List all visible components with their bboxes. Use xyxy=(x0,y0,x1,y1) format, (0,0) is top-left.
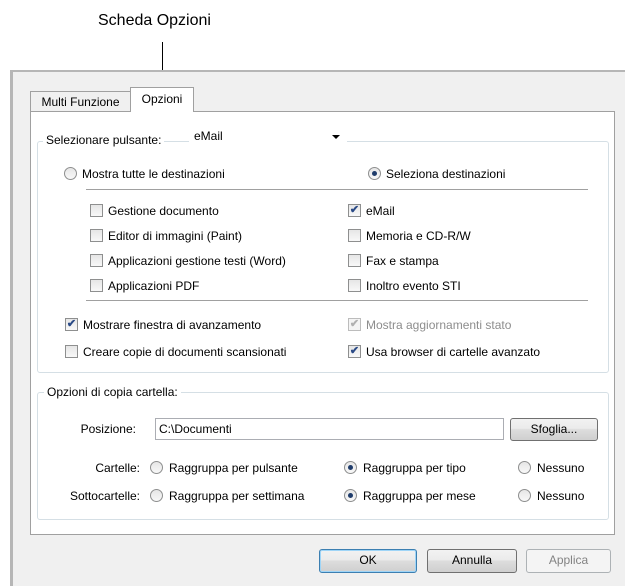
subfolders-group-by-week-label: Raggruppa per settimana xyxy=(169,489,305,503)
ok-button[interactable]: OK xyxy=(319,549,417,573)
options-separator xyxy=(86,300,588,301)
inoltro-sti-checkbox[interactable] xyxy=(348,279,361,292)
folders-group-by-type-radio[interactable] xyxy=(344,461,357,474)
memoria-cd-checkbox[interactable] xyxy=(348,229,361,242)
subfolders-none-label: Nessuno xyxy=(537,489,585,503)
email-label: eMail xyxy=(366,204,395,218)
status-updates-checkbox[interactable]: ✔ xyxy=(348,318,361,331)
inoltro-sti-label: Inoltro evento STI xyxy=(366,279,461,293)
cancel-button[interactable]: Annulla xyxy=(427,549,517,573)
advanced-browser-checkbox[interactable]: ✔ xyxy=(348,345,361,358)
editor-immagini-label: Editor di immagini (Paint) xyxy=(108,229,243,243)
select-destinations-radio[interactable] xyxy=(368,167,381,180)
tab-multi-funzione[interactable]: Multi Funzione xyxy=(30,91,131,111)
folder-copy-legend: Opzioni di copia cartella: xyxy=(44,385,181,399)
progress-window-label: Mostrare finestra di avanzamento xyxy=(83,318,262,332)
tab-opzioni[interactable]: Opzioni xyxy=(130,87,194,112)
subfolders-group-by-month-label: Raggruppa per mese xyxy=(363,489,476,503)
folders-group-by-button-label: Raggruppa per pulsante xyxy=(169,461,298,475)
folders-group-by-type-label: Raggruppa per tipo xyxy=(363,461,466,475)
destinations-separator xyxy=(86,189,588,190)
browse-button[interactable]: Sfoglia... xyxy=(510,418,598,441)
callout-label: Scheda Opzioni xyxy=(98,12,211,29)
applicazioni-testi-checkbox[interactable] xyxy=(90,254,103,267)
applicazioni-pdf-label: Applicazioni PDF xyxy=(108,279,200,293)
chevron-down-icon xyxy=(332,135,340,139)
memoria-cd-label: Memoria e CD-R/W xyxy=(366,229,471,243)
folders-none-radio[interactable] xyxy=(518,461,531,474)
folders-none-label: Nessuno xyxy=(537,461,585,475)
status-updates-label: Mostra aggiornamenti stato xyxy=(366,318,512,332)
applicazioni-testi-label: Applicazioni gestione testi (Word) xyxy=(108,254,286,268)
subfolders-none-radio[interactable] xyxy=(518,489,531,502)
create-copies-checkbox[interactable] xyxy=(65,345,78,358)
fax-stampa-label: Fax e stampa xyxy=(366,254,439,268)
position-input[interactable] xyxy=(155,418,504,440)
fax-stampa-checkbox[interactable] xyxy=(348,254,361,267)
create-copies-label: Creare copie di documenti scansionati xyxy=(83,345,287,359)
editor-immagini-checkbox[interactable] xyxy=(90,229,103,242)
gestione-documento-checkbox[interactable] xyxy=(90,204,103,217)
email-checkbox[interactable]: ✔ xyxy=(348,204,361,217)
button-select-value: eMail xyxy=(194,129,223,143)
position-label: Posizione: xyxy=(80,422,136,436)
progress-window-checkbox[interactable]: ✔ xyxy=(65,318,78,331)
folders-group-by-button-radio[interactable] xyxy=(150,461,163,474)
show-all-destinations-label: Mostra tutte le destinazioni xyxy=(82,167,225,181)
button-select-dropdown[interactable]: eMail xyxy=(189,126,347,147)
subfolders-group-by-month-radio[interactable] xyxy=(344,489,357,502)
select-destinations-label: Seleziona destinazioni xyxy=(386,167,506,181)
folders-label: Cartelle: xyxy=(95,461,140,475)
button-select-label: Selezionare pulsante: xyxy=(43,133,165,147)
gestione-documento-label: Gestione documento xyxy=(108,204,219,218)
applicazioni-pdf-checkbox[interactable] xyxy=(90,279,103,292)
apply-button[interactable]: Applica xyxy=(526,549,611,573)
subfolders-group-by-week-radio[interactable] xyxy=(150,489,163,502)
subfolders-label: Sottocartelle: xyxy=(69,489,140,503)
show-all-destinations-radio[interactable] xyxy=(64,167,77,180)
advanced-browser-label: Usa browser di cartelle avanzato xyxy=(366,345,541,359)
